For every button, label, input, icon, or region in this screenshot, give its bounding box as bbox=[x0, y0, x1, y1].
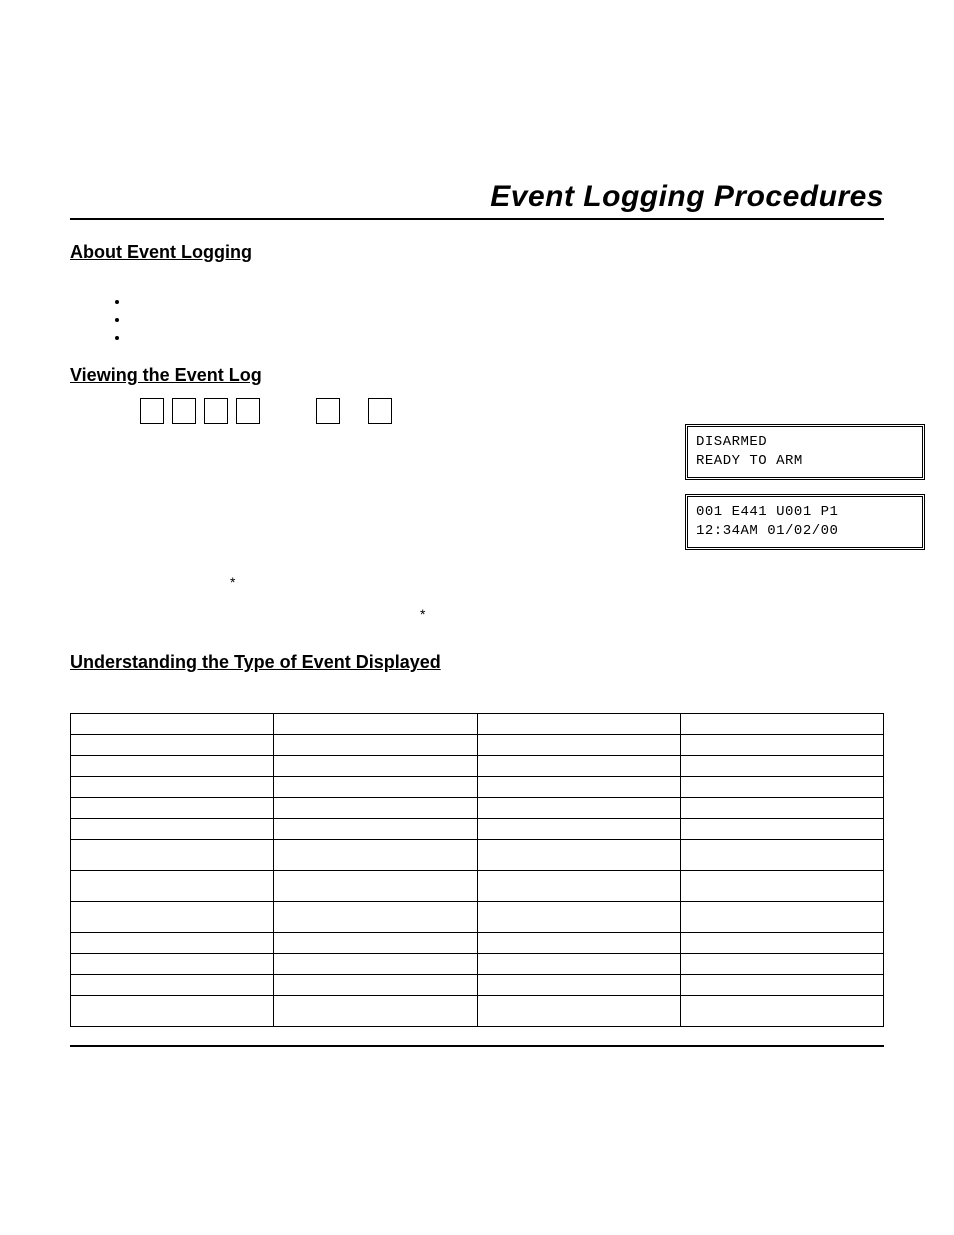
table-row bbox=[71, 871, 884, 902]
event-type-table bbox=[70, 713, 884, 1027]
table-row bbox=[71, 975, 884, 996]
display-line: 12:34AM 01/02/00 bbox=[696, 523, 838, 539]
keypad-display-1: DISARMED READY TO ARM bbox=[685, 424, 925, 480]
key-box bbox=[316, 398, 340, 424]
keypad-display-2: 001 E441 U001 P1 12:34AM 01/02/00 bbox=[685, 494, 925, 550]
bottom-rule bbox=[70, 1045, 884, 1047]
heading-understanding-event-type: Understanding the Type of Event Displaye… bbox=[70, 652, 884, 673]
table-row bbox=[71, 756, 884, 777]
key-box bbox=[140, 398, 164, 424]
asterisk: * bbox=[420, 606, 425, 622]
table-row bbox=[71, 933, 884, 954]
key-box bbox=[236, 398, 260, 424]
about-bullet-list bbox=[130, 293, 884, 343]
display-line: DISARMED bbox=[696, 434, 767, 450]
table-row bbox=[71, 735, 884, 756]
page-title: Event Logging Procedures bbox=[490, 180, 884, 213]
table-row bbox=[71, 996, 884, 1027]
table-row bbox=[71, 798, 884, 819]
table-row bbox=[71, 840, 884, 871]
display-line: READY TO ARM bbox=[696, 453, 803, 469]
key-box bbox=[204, 398, 228, 424]
asterisk-notes: * * bbox=[70, 574, 884, 630]
table-row bbox=[71, 819, 884, 840]
table-row bbox=[71, 954, 884, 975]
bullet-item bbox=[130, 329, 884, 343]
heading-about-event-logging: About Event Logging bbox=[70, 242, 884, 263]
asterisk: * bbox=[230, 574, 235, 590]
heading-viewing-event-log: Viewing the Event Log bbox=[70, 365, 884, 386]
bullet-item bbox=[130, 293, 884, 307]
page-title-block: Event Logging Procedures bbox=[70, 180, 884, 220]
keypad-sequence bbox=[140, 398, 884, 424]
table-row bbox=[71, 777, 884, 798]
bullet-item bbox=[130, 311, 884, 325]
key-box bbox=[172, 398, 196, 424]
table-row bbox=[71, 902, 884, 933]
key-box bbox=[368, 398, 392, 424]
table-row bbox=[71, 714, 884, 735]
display-line: 001 E441 U001 P1 bbox=[696, 504, 838, 520]
